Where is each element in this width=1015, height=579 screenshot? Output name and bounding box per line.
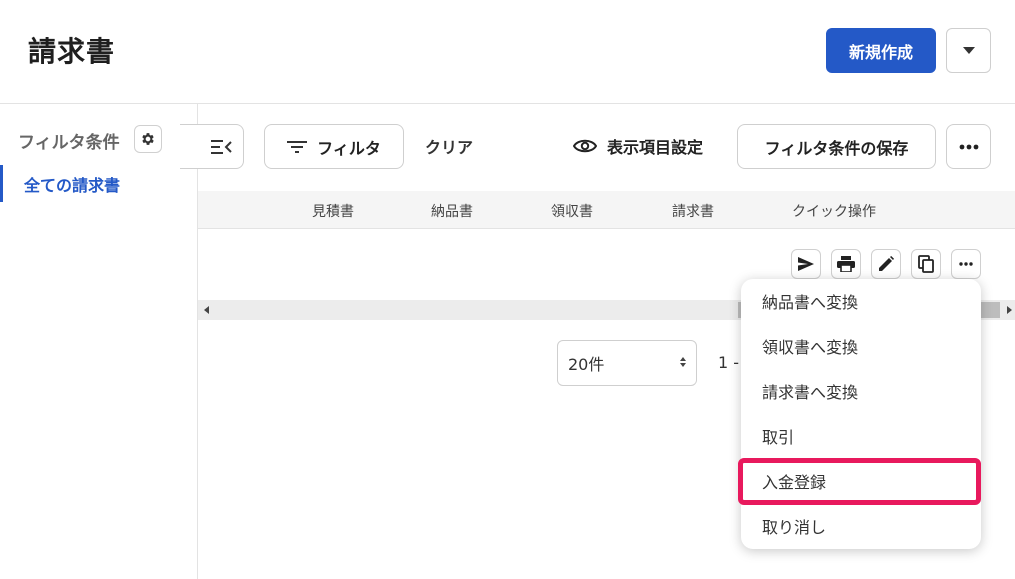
display-settings-label: 表示項目設定 — [607, 138, 704, 157]
edit-button[interactable] — [871, 249, 901, 279]
new-create-button[interactable]: 新規作成 — [826, 28, 936, 73]
send-button[interactable] — [791, 249, 821, 279]
print-icon — [837, 256, 855, 272]
sidebar-divider — [197, 104, 198, 579]
create-options-dropdown[interactable] — [946, 28, 991, 73]
filter-settings-button[interactable] — [134, 125, 162, 153]
filter-button-label: フィルタ — [317, 138, 381, 158]
menu-item-convert-invoice[interactable]: 請求書へ変換 — [762, 379, 858, 403]
edit-icon — [879, 256, 894, 271]
column-header-estimate[interactable]: 見積書 — [312, 201, 354, 221]
filter-icon — [287, 140, 308, 153]
column-header-receipt[interactable]: 領収書 — [551, 201, 593, 221]
sidebar-active-indicator — [0, 165, 3, 202]
row-quick-actions — [791, 249, 981, 279]
sidebar-item-all-invoices[interactable]: 全ての請求書 — [24, 172, 120, 196]
table-header: 見積書 納品書 領収書 請求書 クイック操作 — [198, 191, 1015, 229]
copy-icon — [918, 255, 934, 273]
select-arrows-icon — [680, 357, 686, 367]
sidebar-toggle-button[interactable] — [180, 124, 244, 169]
filter-button[interactable]: フィルタ — [264, 124, 404, 169]
per-page-value: 20件 — [568, 355, 605, 374]
scroll-right-icon[interactable] — [1007, 306, 1012, 314]
column-header-quick-actions: クイック操作 — [792, 204, 876, 220]
copy-button[interactable] — [911, 249, 941, 279]
save-filter-button[interactable]: フィルタ条件の保存 — [737, 124, 936, 169]
header-divider — [0, 103, 1015, 104]
clear-filter-link[interactable]: クリア — [425, 134, 473, 158]
menu-item-convert-receipt[interactable]: 領収書へ変換 — [762, 334, 858, 358]
column-header-delivery[interactable]: 納品書 — [431, 201, 473, 221]
gear-icon — [142, 133, 154, 145]
toolbar-more-button[interactable] — [946, 124, 991, 169]
column-header-invoice[interactable]: 請求書 — [672, 201, 714, 221]
highlight-box — [738, 458, 981, 505]
menu-item-cancel[interactable]: 取り消し — [762, 514, 826, 538]
more-horizontal-icon — [959, 144, 978, 149]
scroll-left-icon[interactable] — [204, 306, 209, 314]
pagination-range: 1 - — [718, 353, 740, 372]
eye-icon — [573, 139, 597, 153]
send-icon — [798, 257, 814, 271]
row-context-menu: 納品書へ変換 領収書へ変換 請求書へ変換 取引 入金登録 取り消し — [741, 279, 981, 549]
row-more-button[interactable] — [951, 249, 981, 279]
page-title: 請求書 — [28, 35, 116, 68]
collapse-sidebar-icon — [211, 139, 232, 154]
menu-item-transaction[interactable]: 取引 — [762, 424, 794, 448]
menu-item-convert-delivery[interactable]: 納品書へ変換 — [762, 289, 858, 313]
print-button[interactable] — [831, 249, 861, 279]
caret-down-icon — [962, 47, 975, 54]
per-page-select[interactable]: 20件 — [557, 340, 697, 386]
display-settings-button[interactable]: 表示項目設定 — [573, 134, 703, 158]
sidebar-heading: フィルタ条件 — [18, 133, 120, 153]
more-icon — [959, 262, 973, 266]
